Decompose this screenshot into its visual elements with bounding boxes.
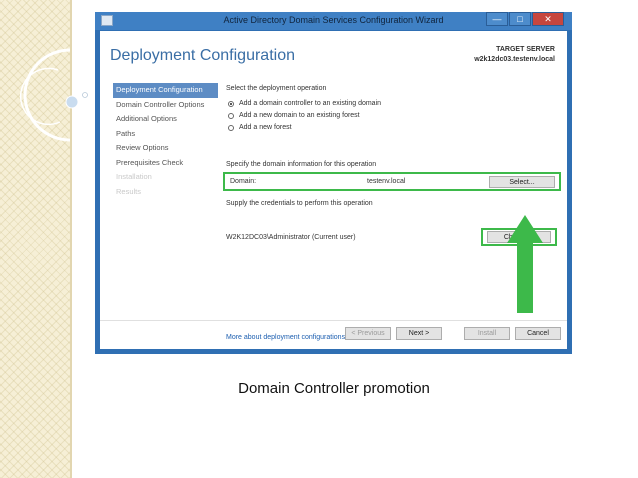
wizard-client-area: Deployment Configuration TARGET SERVER w… xyxy=(100,31,567,349)
previous-button[interactable]: < Previous xyxy=(345,327,391,340)
nav-item-paths[interactable]: Paths xyxy=(113,127,218,142)
target-server-value: w2k12dc03.testenv.local xyxy=(474,56,555,63)
operation-label: Select the deployment operation xyxy=(226,85,327,92)
radio-icon[interactable] xyxy=(228,112,234,119)
nav-item-review-options[interactable]: Review Options xyxy=(113,141,218,156)
window-controls: — □ ✕ xyxy=(485,12,564,27)
domain-highlight-box: Domain: testenv.local Select... xyxy=(223,172,561,191)
option-existing-domain[interactable]: Add a domain controller to an existing d… xyxy=(228,100,381,107)
target-server-label: TARGET SERVER xyxy=(496,46,555,53)
close-button[interactable]: ✕ xyxy=(532,12,564,26)
credentials-label: Supply the credentials to perform this o… xyxy=(226,200,373,207)
wizard-window: Active Directory Domain Services Configu… xyxy=(95,12,572,354)
select-button[interactable]: Select... xyxy=(489,176,555,188)
page-title: Deployment Configuration xyxy=(110,47,295,64)
title-bar: Active Directory Domain Services Configu… xyxy=(95,12,572,30)
nav-item-installation: Installation xyxy=(116,172,152,181)
domain-info-label: Specify the domain information for this … xyxy=(226,161,377,168)
credentials-value: W2K12DC03\Administrator (Current user) xyxy=(226,234,356,241)
nav-item-results: Results xyxy=(116,186,142,196)
nav-item-deployment-configuration[interactable]: Deployment Configuration xyxy=(113,83,218,98)
wizard-nav: Deployment Configuration Domain Controll… xyxy=(113,83,218,199)
radio-selected-icon[interactable] xyxy=(228,100,234,107)
next-button[interactable]: Next > xyxy=(396,327,442,340)
minimize-button[interactable]: — xyxy=(486,12,508,26)
slide-caption: Domain Controller promotion xyxy=(238,380,430,397)
nav-item-domain-controller-options[interactable]: Domain Controller Options xyxy=(113,98,218,113)
nav-item-additional-options[interactable]: Additional Options xyxy=(113,112,218,127)
cancel-button[interactable]: Cancel xyxy=(515,327,561,340)
radio-icon[interactable] xyxy=(228,124,234,131)
domain-value: testenv.local xyxy=(367,178,406,185)
decorative-circles xyxy=(19,48,88,142)
option-label: Add a new domain to an existing forest xyxy=(239,112,360,119)
option-label: Add a new forest xyxy=(239,124,292,131)
option-new-forest[interactable]: Add a new forest xyxy=(228,124,292,131)
maximize-button[interactable]: □ xyxy=(509,12,531,26)
nav-item-prerequisites-check[interactable]: Prerequisites Check xyxy=(113,156,218,171)
green-arrow-up-icon xyxy=(507,215,543,313)
install-button[interactable]: Install xyxy=(464,327,510,340)
more-about-link[interactable]: More about deployment configurations xyxy=(226,334,345,341)
footer-divider xyxy=(100,320,567,321)
domain-label: Domain: xyxy=(230,178,257,185)
option-label: Add a domain controller to an existing d… xyxy=(239,100,382,107)
option-new-domain[interactable]: Add a new domain to an existing forest xyxy=(228,112,360,119)
